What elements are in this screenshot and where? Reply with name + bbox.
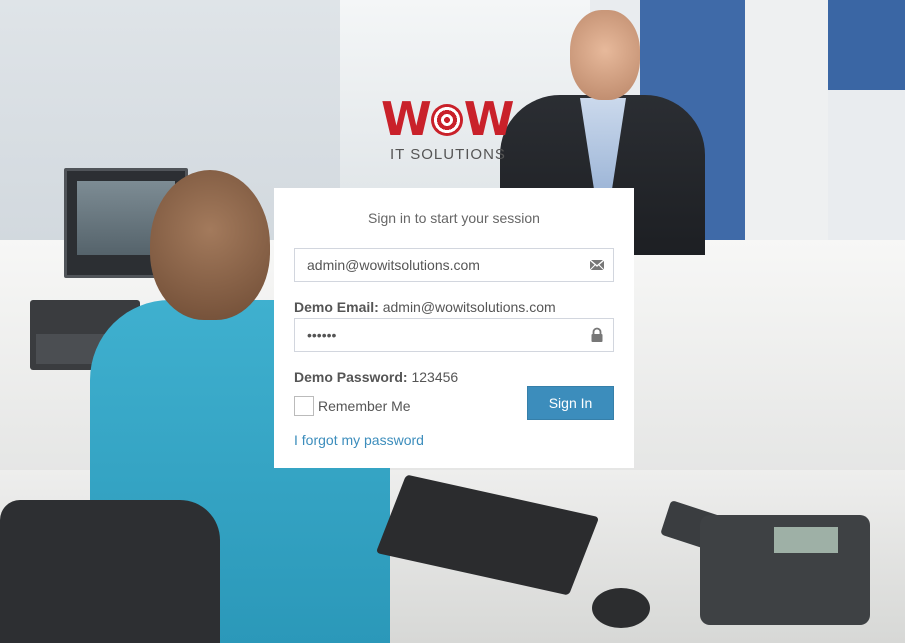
sign-in-button[interactable]: Sign In: [527, 386, 614, 420]
remember-me-checkbox[interactable]: [294, 396, 314, 416]
demo-email-hint: Demo Email: admin@wowitsolutions.com: [294, 299, 556, 315]
remember-me[interactable]: Remember Me: [294, 396, 411, 416]
logo-subtitle: IT SOLUTIONS: [390, 146, 506, 163]
password-field-wrapper: [294, 318, 614, 352]
company-logo: WW IT SOLUTIONS: [381, 94, 529, 168]
background-white-panel: [745, 0, 828, 250]
target-icon: [430, 103, 463, 136]
background-mouse: [592, 588, 650, 628]
email-field[interactable]: [295, 249, 599, 281]
remember-me-label: Remember Me: [318, 398, 411, 414]
logo-wordmark: WW: [381, 92, 514, 146]
lock-icon: [589, 327, 605, 343]
demo-email-label: Demo Email:: [294, 299, 379, 315]
password-field[interactable]: [295, 319, 599, 351]
demo-password-value: 123456: [411, 369, 459, 385]
demo-password-hint: Demo Password: 123456: [294, 369, 458, 385]
demo-email-value: admin@wowitsolutions.com: [382, 299, 556, 315]
login-box-message: Sign in to start your session: [368, 210, 540, 226]
login-box: Sign in to start your session Demo Email…: [274, 188, 634, 468]
demo-password-label: Demo Password:: [294, 369, 408, 385]
background-chair: [0, 500, 220, 643]
envelope-icon: [589, 257, 605, 273]
background-phone: [700, 515, 870, 625]
background-blue-panel: [828, 0, 905, 90]
email-field-wrapper: [294, 248, 614, 282]
forgot-password-link[interactable]: I forgot my password: [294, 432, 424, 448]
